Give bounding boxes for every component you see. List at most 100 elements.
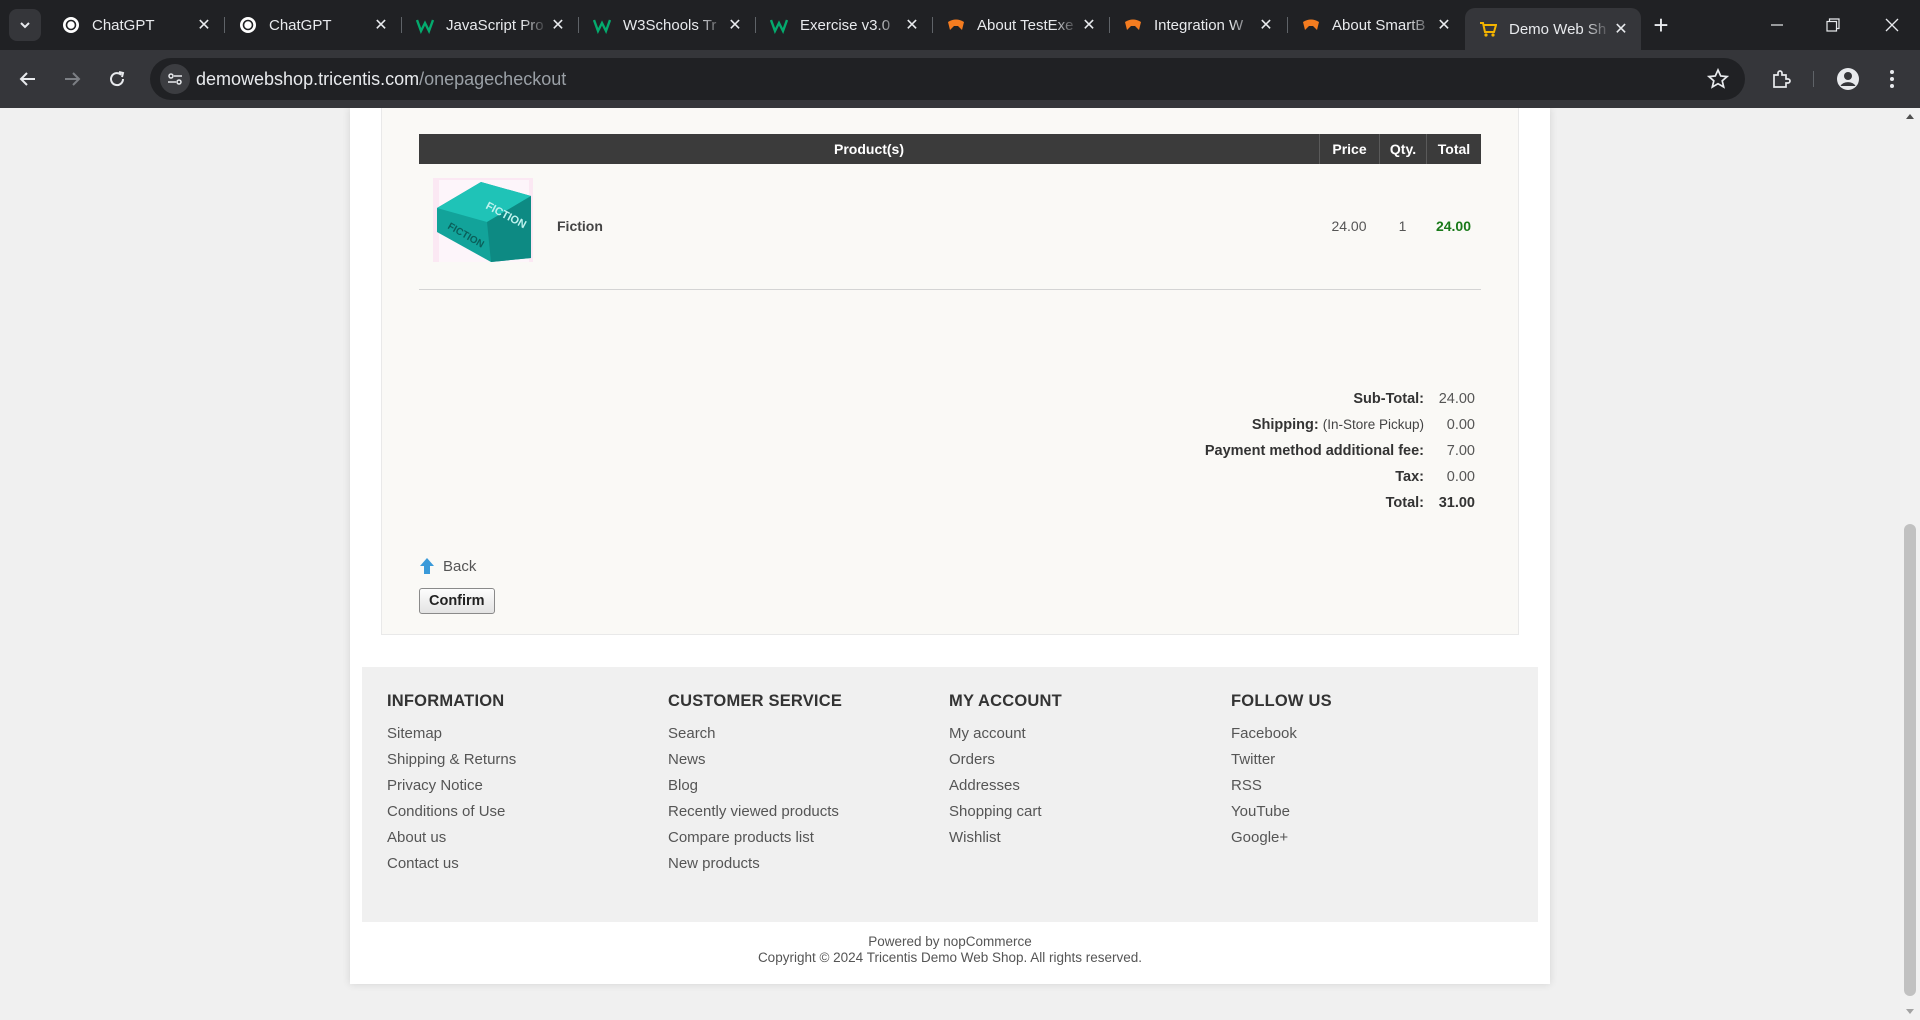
browser-menu-button[interactable] [1876, 63, 1908, 95]
profile-button[interactable] [1832, 63, 1864, 95]
order-totals: Sub-Total: 24.00 Shipping: (In-Store Pick… [1205, 386, 1475, 516]
tab-demo-web-shop[interactable]: Demo Web Sh ✕ [1465, 8, 1641, 50]
footer-link-contact-us[interactable]: Contact us [387, 851, 516, 877]
order-cart-table: Product(s) Price Qty. Total FICTION FICT… [419, 134, 1481, 290]
close-tab-icon[interactable]: ✕ [371, 15, 391, 35]
footer-link-compare[interactable]: Compare products list [668, 825, 842, 851]
product-name-link[interactable]: Fiction [557, 218, 603, 234]
tricentis-icon [947, 16, 965, 34]
tab-title: W3Schools Tr [623, 16, 717, 34]
close-tab-icon[interactable]: ✕ [1079, 15, 1099, 35]
payment-fee-label: Payment method additional fee: [1204, 443, 1424, 459]
scroll-down-arrow-icon[interactable] [1906, 1009, 1914, 1014]
chatgpt-icon [62, 16, 80, 34]
subtotal-value: 24.00 [1438, 391, 1475, 407]
tab-about-smartbear[interactable]: About SmartB ✕ [1288, 8, 1464, 42]
tab-javascript[interactable]: JavaScript Pro ✕ [402, 8, 578, 42]
url-text: demowebshop.tricentis.com/onepagecheckou… [196, 69, 566, 90]
footer-link-shipping-returns[interactable]: Shipping & Returns [387, 747, 516, 773]
back-link[interactable]: Back [419, 557, 476, 575]
new-tab-button[interactable]: + [1647, 9, 1675, 40]
page-scrollbar[interactable] [1900, 108, 1920, 1020]
shipping-label-text: Shipping: [1251, 417, 1319, 433]
close-tab-icon[interactable]: ✕ [725, 15, 745, 35]
close-tab-icon[interactable]: ✕ [1256, 15, 1276, 35]
close-tab-icon[interactable]: ✕ [548, 15, 568, 35]
footer-link-twitter[interactable]: Twitter [1231, 747, 1332, 773]
footer-heading: MY ACCOUNT [949, 692, 1062, 710]
footer-link-blog[interactable]: Blog [668, 773, 842, 799]
tab-strip: ChatGPT ✕ ChatGPT ✕ JavaScript Pro ✕ W3S… [0, 0, 1920, 50]
tab-chatgpt-2[interactable]: ChatGPT ✕ [225, 8, 401, 42]
restore-button[interactable] [1805, 0, 1861, 50]
tab-about-testexecute[interactable]: About TestExe ✕ [933, 8, 1109, 42]
plus-icon: + [1653, 9, 1669, 40]
extensions-button[interactable] [1765, 63, 1797, 95]
footer-customer-service: CUSTOMER SERVICE Search News Blog Recent… [668, 692, 842, 877]
order-total-label: Total: [1385, 495, 1424, 511]
footer-link-wishlist[interactable]: Wishlist [949, 825, 1062, 851]
tab-title: Exercise v3.0 [800, 16, 891, 34]
footer-link-my-account[interactable]: My account [949, 721, 1062, 747]
restore-icon [1826, 18, 1840, 32]
bookmark-star-button[interactable] [1706, 67, 1730, 95]
more-vertical-icon [1890, 70, 1894, 88]
tab-w3schools[interactable]: W3Schools Tr ✕ [579, 8, 755, 42]
w3schools-icon [416, 16, 434, 34]
page-master-wrapper: Product(s) Price Qty. Total FICTION FICT… [350, 108, 1550, 984]
close-icon [1885, 18, 1899, 32]
confirm-button[interactable]: Confirm [419, 588, 495, 614]
tab-search-button[interactable] [9, 9, 41, 41]
close-tab-icon[interactable]: ✕ [902, 15, 922, 35]
powered-by-link[interactable]: Powered by nopCommerce [350, 934, 1550, 950]
product-quantity: 1 [1398, 218, 1407, 234]
footer-link-rss[interactable]: RSS [1231, 773, 1332, 799]
shipping-value: 0.00 [1446, 417, 1475, 433]
tab-integration[interactable]: Integration W ✕ [1110, 8, 1286, 42]
footer-link-new-products[interactable]: New products [668, 851, 842, 877]
close-tab-icon[interactable]: ✕ [1611, 19, 1631, 39]
footer-link-conditions[interactable]: Conditions of Use [387, 799, 516, 825]
footer-link-search[interactable]: Search [668, 721, 842, 747]
tab-title: Demo Web Sh [1509, 20, 1607, 38]
footer-link-sitemap[interactable]: Sitemap [387, 721, 516, 747]
tune-icon [168, 73, 182, 85]
footer-link-youtube[interactable]: YouTube [1231, 799, 1332, 825]
cart-table-header: Product(s) Price Qty. Total [419, 134, 1481, 164]
minimize-button[interactable] [1749, 0, 1805, 50]
tab-title: ChatGPT [92, 16, 155, 34]
arrow-left-icon [19, 72, 35, 86]
close-tab-icon[interactable]: ✕ [194, 15, 214, 35]
header-total: Total [1426, 134, 1481, 164]
footer-link-facebook[interactable]: Facebook [1231, 721, 1332, 747]
tab-exercise[interactable]: Exercise v3.0 ✕ [756, 8, 932, 42]
site-info-button[interactable] [160, 64, 190, 94]
footer-link-shopping-cart[interactable]: Shopping cart [949, 799, 1062, 825]
footer-link-orders[interactable]: Orders [949, 747, 1062, 773]
tab-chatgpt-1[interactable]: ChatGPT ✕ [48, 8, 224, 42]
tab-title: JavaScript Pro [446, 16, 544, 34]
product-image[interactable]: FICTION FICTION [433, 178, 533, 262]
scroll-up-arrow-icon[interactable] [1906, 114, 1914, 119]
header-products: Product(s) [834, 141, 904, 157]
puzzle-icon [1773, 70, 1791, 88]
w3schools-icon [593, 16, 611, 34]
close-tab-icon[interactable]: ✕ [1434, 15, 1454, 35]
tab-title: About TestExe [977, 16, 1074, 34]
forward-nav-button[interactable] [56, 63, 88, 95]
footer-link-news[interactable]: News [668, 747, 842, 773]
address-bar[interactable]: demowebshop.tricentis.com/onepagecheckou… [150, 58, 1745, 100]
footer-link-about-us[interactable]: About us [387, 825, 516, 851]
w3schools-icon [770, 16, 788, 34]
footer-link-privacy[interactable]: Privacy Notice [387, 773, 516, 799]
footer-heading: FOLLOW US [1231, 692, 1332, 710]
tab-title: Integration W [1154, 16, 1244, 34]
footer-link-addresses[interactable]: Addresses [949, 773, 1062, 799]
footer-link-recently-viewed[interactable]: Recently viewed products [668, 799, 842, 825]
close-window-button[interactable] [1864, 0, 1920, 50]
tab-title: ChatGPT [269, 16, 332, 34]
footer-link-google-plus[interactable]: Google+ [1231, 825, 1332, 851]
reload-button[interactable] [101, 63, 133, 95]
back-nav-button[interactable] [12, 63, 44, 95]
scroll-thumb[interactable] [1904, 524, 1916, 996]
